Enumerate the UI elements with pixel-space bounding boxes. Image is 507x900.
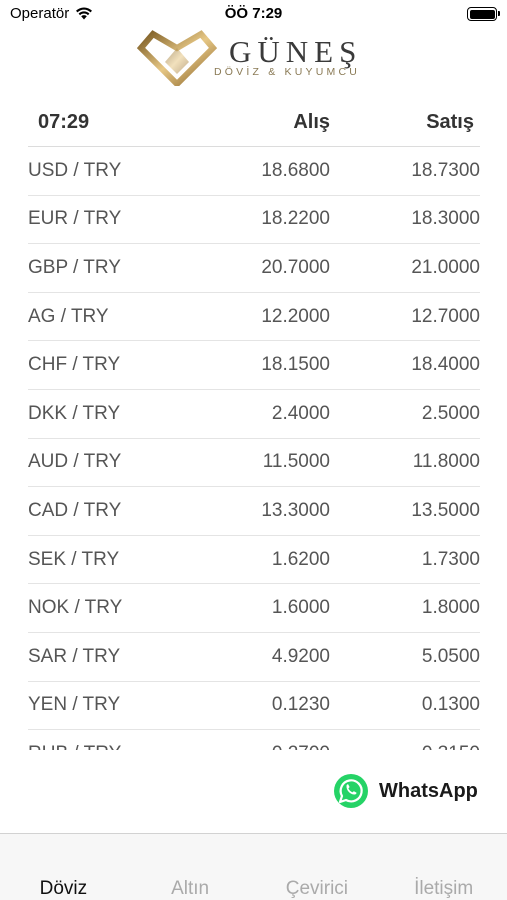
pair-name: GBP / TRY xyxy=(28,256,121,278)
tab-iletisim[interactable]: İletişim xyxy=(380,834,507,900)
pair-name: YEN / TRY xyxy=(28,694,121,716)
table-row[interactable]: EUR / TRY 18.2200 18.3000 xyxy=(28,196,480,245)
buy-value: 18.2200 xyxy=(261,208,330,230)
table-row[interactable]: CHF / TRY 18.1500 18.4000 xyxy=(28,341,480,390)
table-header: 07:29 Alış Satış xyxy=(28,98,480,147)
table-row[interactable]: RUB / TRY0.27000.3150 xyxy=(28,730,480,750)
pair-name: EUR / TRY xyxy=(28,208,122,230)
brand-logo: GÜNEŞ DÖVİZ & KUYUMCU xyxy=(137,26,377,90)
table-row[interactable]: NOK / TRY 1.6000 1.8000 xyxy=(28,584,480,633)
buy-value: 18.1500 xyxy=(261,354,330,376)
pair-name: AG / TRY xyxy=(28,305,109,327)
buy-value: 0.2700 xyxy=(180,743,330,750)
sell-value: 1.8000 xyxy=(421,597,480,619)
sell-value: 11.8000 xyxy=(412,451,480,473)
table-row[interactable]: GBP / TRY 20.7000 21.0000 xyxy=(28,244,480,293)
buy-value: 4.9200 xyxy=(271,645,330,667)
rates-table[interactable]: 07:29 Alış Satış USD / TRY 18.6800 18.7300… xyxy=(28,98,480,750)
table-row[interactable]: DKK / TRY 2.4000 2.5000 xyxy=(28,390,480,439)
sell-value: 13.5000 xyxy=(411,499,480,521)
buy-value: 20.7000 xyxy=(261,256,330,278)
rates-rows: USD / TRY 18.6800 18.7300 EUR / TRY 18.2200 1… xyxy=(28,147,480,750)
brand-subtitle: DÖVİZ & KUYUMCU xyxy=(214,66,361,78)
pair-name: USD / TRY xyxy=(28,159,122,181)
sell-value: 0.3150 xyxy=(330,743,480,750)
table-row[interactable]: YEN / TRY 0.1230 0.1300 xyxy=(28,682,480,731)
buy-value: 18.6800 xyxy=(261,159,330,181)
buy-value: 1.6000 xyxy=(271,597,330,619)
whatsapp-label: WhatsApp xyxy=(379,779,478,802)
sell-value: 18.4000 xyxy=(411,354,480,376)
header-buy: Alış xyxy=(293,110,330,133)
buy-value: 2.4000 xyxy=(271,402,330,424)
status-time: ÖÖ 7:29 xyxy=(224,5,283,22)
table-row[interactable]: AG / TRY 12.2000 12.7000 xyxy=(28,293,480,342)
tab-doviz[interactable]: Döviz xyxy=(0,834,127,900)
pair-name: NOK / TRY xyxy=(28,597,123,619)
tab-cevirici[interactable]: Çevirici xyxy=(254,834,381,900)
tab-bar: Döviz Altın Çevirici İletişim xyxy=(0,833,507,900)
whatsapp-icon xyxy=(334,774,368,808)
buy-value: 1.6200 xyxy=(271,548,330,570)
pair-name: SAR / TRY xyxy=(28,645,121,667)
battery-icon xyxy=(467,7,500,21)
tab-altin[interactable]: Altın xyxy=(127,834,254,900)
buy-value: 12.2000 xyxy=(261,305,330,327)
pair-name: AUD / TRY xyxy=(28,451,122,473)
sell-value: 18.3000 xyxy=(411,208,480,230)
table-row[interactable]: SAR / TRY 4.9200 5.0500 xyxy=(28,633,480,682)
sell-value: 12.7000 xyxy=(411,305,480,327)
table-row[interactable]: USD / TRY 18.6800 18.7300 xyxy=(28,147,480,196)
table-row[interactable]: AUD / TRY 11.5000 11.8000 xyxy=(28,439,480,488)
pair-name: DKK / TRY xyxy=(28,402,121,424)
whatsapp-button[interactable]: WhatsApp xyxy=(333,773,478,809)
sell-value: 21.0000 xyxy=(411,256,480,278)
pair-name: CAD / TRY xyxy=(28,499,122,521)
header-time: 07:29 xyxy=(38,110,90,133)
pair-name: CHF / TRY xyxy=(28,354,121,376)
buy-value: 0.1230 xyxy=(271,694,330,716)
sell-value: 1.7300 xyxy=(421,548,480,570)
sell-value: 18.7300 xyxy=(411,159,480,181)
brand-name: GÜNEŞ xyxy=(229,34,363,69)
sell-value: 2.5000 xyxy=(421,402,480,424)
heart-diamond-icon xyxy=(137,30,217,86)
header-sell: Satış xyxy=(426,110,474,133)
table-row[interactable]: CAD / TRY 13.3000 13.5000 xyxy=(28,487,480,536)
pair-name: SEK / TRY xyxy=(28,548,120,570)
pair-name: RUB / TRY xyxy=(28,743,180,750)
buy-value: 13.3000 xyxy=(261,499,330,521)
table-row[interactable]: SEK / TRY 1.6200 1.7300 xyxy=(28,536,480,585)
buy-value: 11.5000 xyxy=(262,451,330,473)
sell-value: 0.1300 xyxy=(421,694,480,716)
sell-value: 5.0500 xyxy=(421,645,480,667)
